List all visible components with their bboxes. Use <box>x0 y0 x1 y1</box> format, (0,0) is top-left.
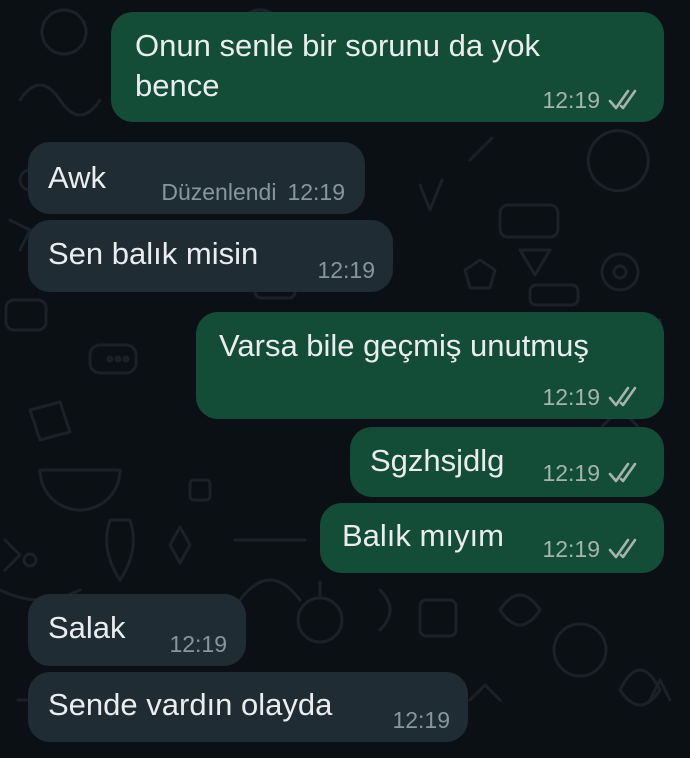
message-text: Balık mıyım <box>342 518 504 553</box>
message-text: bence <box>135 68 220 103</box>
chat-area[interactable]: Onun senle bir sorunu da yok bence 12:19… <box>0 0 690 758</box>
message-meta: 12:19 <box>317 256 375 284</box>
message-meta: Düzenlendi 12:19 <box>161 178 345 206</box>
message-bubble-incoming[interactable]: Sen balık misin 12:19 <box>28 220 393 292</box>
message-text: Sen balık misin <box>48 236 259 271</box>
message-bubble-incoming[interactable]: Salak 12:19 <box>28 594 246 666</box>
message-text: Salak <box>48 610 126 645</box>
message-meta: 12:19 <box>542 535 642 563</box>
message-time: 12:19 <box>169 631 227 657</box>
message-text: Awk <box>48 160 107 195</box>
message-time: 12:19 <box>392 707 450 733</box>
message-time: 12:19 <box>542 536 600 562</box>
message-time: 12:19 <box>287 179 345 205</box>
message-time: 12:19 <box>317 257 375 283</box>
message-meta: 12:19 <box>542 383 642 411</box>
message-time: 12:19 <box>542 87 600 113</box>
message-bubble-outgoing[interactable]: Varsa bile geçmiş unutmuş 12:19 <box>196 312 664 419</box>
message-meta: 12:19 <box>169 630 227 658</box>
message-text: Sgzhsjdlg <box>370 443 505 478</box>
message-time: 12:19 <box>542 460 600 486</box>
message-bubble-outgoing[interactable]: Sgzhsjdlg 12:19 <box>350 427 664 497</box>
message-bubble-outgoing[interactable]: Onun senle bir sorunu da yok bence 12:19 <box>111 12 664 122</box>
message-bubble-incoming[interactable]: Awk Düzenlendi 12:19 <box>28 142 365 214</box>
message-bubble-incoming[interactable]: Sende vardın olayda 12:19 <box>28 672 468 742</box>
message-meta: 12:19 <box>392 706 450 734</box>
double-check-icon <box>608 462 642 484</box>
double-check-icon <box>608 386 642 408</box>
message-text: Onun senle bir sorunu da yok <box>135 28 540 63</box>
message-bubble-outgoing[interactable]: Balık mıyım 12:19 <box>320 503 664 573</box>
edited-label: Düzenlendi <box>161 179 277 205</box>
message-time: 12:19 <box>542 384 600 410</box>
message-meta: 12:19 <box>542 86 642 114</box>
double-check-icon <box>608 89 642 111</box>
message-text: Sende vardın olayda <box>48 687 333 722</box>
message-meta: 12:19 <box>542 459 642 487</box>
message-text: Varsa bile geçmiş unutmuş <box>219 328 589 363</box>
double-check-icon <box>608 538 642 560</box>
